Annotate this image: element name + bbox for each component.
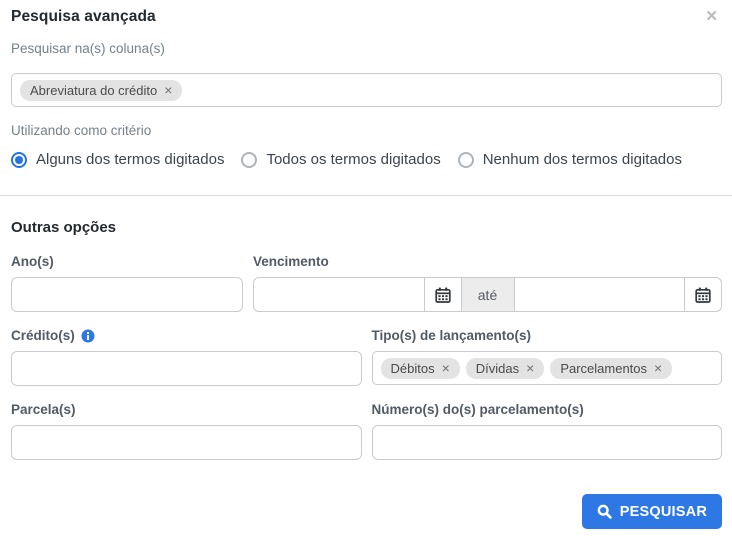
radio-nenhum-termos[interactable]: Nenhum dos termos digitados (457, 151, 682, 168)
radio-todos-termos[interactable]: Todos os termos digitados (241, 151, 441, 168)
modal-footer: PESQUISAR (11, 494, 722, 529)
anos-label: Ano(s) (11, 254, 54, 269)
field-anos: Ano(s) (11, 254, 243, 312)
vencimento-range-group: até (253, 277, 722, 312)
radio-unselected-icon[interactable] (457, 151, 474, 168)
vencimento-from-input[interactable] (253, 277, 424, 312)
tag-parcelamentos: Parcelamentos × (550, 357, 673, 379)
tag-remove-icon[interactable]: × (526, 361, 534, 375)
radio-selected-icon[interactable] (11, 151, 27, 168)
tag-dividas: Dívidas × (465, 357, 545, 379)
tag-label: Débitos (390, 360, 435, 376)
radio-unselected-icon[interactable] (241, 151, 258, 168)
search-columns-label: Pesquisar na(s) coluna(s) (11, 41, 165, 56)
field-vencimento: Vencimento até (253, 254, 722, 312)
field-parcelas: Parcela(s) (11, 402, 362, 460)
tag-label: Abreviatura do crédito (30, 82, 158, 98)
tag-label: Parcelamentos (560, 360, 648, 376)
row-parcela-numero: Parcela(s) Número(s) do(s) parcelamento(… (11, 402, 722, 460)
calendar-icon[interactable] (684, 277, 722, 312)
tag-abreviatura-do-credito: Abreviatura do crédito × (20, 79, 183, 101)
search-columns-input[interactable]: Abreviatura do crédito × (11, 73, 722, 107)
anos-input[interactable] (11, 277, 243, 312)
field-creditos: Crédito(s) (11, 328, 362, 386)
close-icon[interactable]: ✕ (701, 8, 722, 26)
criteria-label: Utilizando como critério (11, 123, 152, 138)
tipos-lancamento-input[interactable]: Débitos × Dívidas × Parcelamentos × (371, 351, 722, 385)
tag-remove-icon[interactable]: × (654, 361, 662, 375)
creditos-input[interactable] (11, 351, 362, 386)
info-icon[interactable] (81, 329, 95, 343)
numeros-parcelamento-input[interactable] (371, 425, 722, 460)
parcelas-label: Parcela(s) (11, 402, 76, 417)
advanced-search-modal: Pesquisa avançada ✕ Pesquisar na(s) colu… (0, 0, 732, 536)
search-button[interactable]: PESQUISAR (581, 494, 722, 529)
other-options-heading: Outras opções (11, 219, 117, 236)
row-credito-tipos: Crédito(s) Tipo(s) de lançamento(s) Débi… (11, 328, 722, 386)
calendar-icon[interactable] (423, 277, 462, 312)
tag-debitos: Débitos × (380, 357, 460, 379)
section-divider (0, 195, 732, 196)
row-ano-vencimento: Ano(s) Vencimento até (11, 254, 722, 312)
modal-header: Pesquisa avançada ✕ (11, 8, 722, 26)
tag-label: Dívidas (475, 360, 520, 376)
tag-remove-icon[interactable]: × (164, 83, 172, 97)
search-icon (597, 504, 612, 519)
search-button-label: PESQUISAR (619, 503, 707, 520)
vencimento-to-input[interactable] (513, 277, 684, 312)
field-tipos-lancamento: Tipo(s) de lançamento(s) Débitos × Dívid… (371, 328, 722, 386)
field-numeros-parcelamento: Número(s) do(s) parcelamento(s) (371, 402, 722, 460)
radio-alguns-termos[interactable]: Alguns dos termos digitados (11, 151, 224, 168)
tag-remove-icon[interactable]: × (442, 361, 450, 375)
parcelas-input[interactable] (11, 425, 362, 460)
creditos-label: Crédito(s) (11, 328, 362, 343)
numeros-label: Número(s) do(s) parcelamento(s) (371, 402, 584, 417)
page-title: Pesquisa avançada (11, 8, 156, 25)
tipos-label: Tipo(s) de lançamento(s) (371, 328, 532, 343)
vencimento-label: Vencimento (253, 254, 329, 269)
criteria-radio-group: Alguns dos termos digitados Todos os ter… (11, 151, 722, 168)
vencimento-separator: até (461, 277, 514, 312)
